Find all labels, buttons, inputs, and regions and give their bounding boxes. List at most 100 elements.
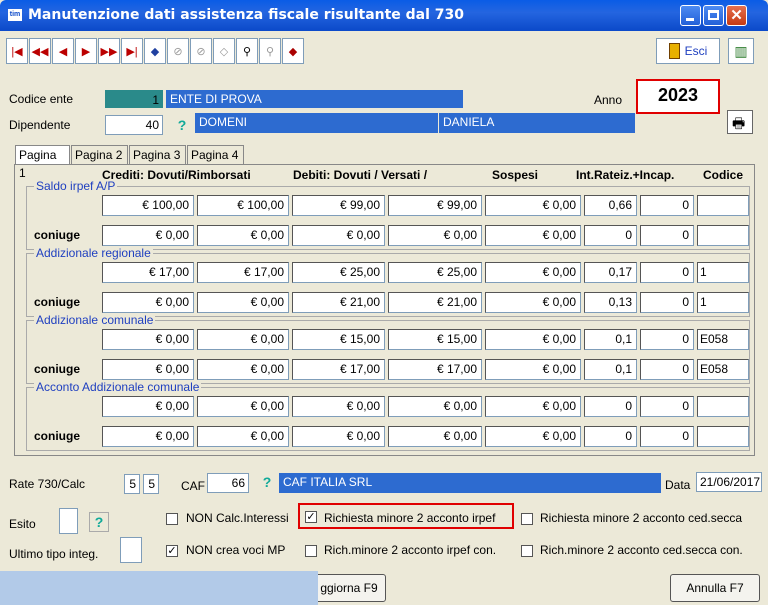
anno-input[interactable]: 2023 bbox=[636, 79, 720, 114]
minimize-button[interactable] bbox=[680, 5, 701, 26]
rich-ced-con-checkbox[interactable] bbox=[521, 545, 533, 557]
dipendente-input[interactable]: 40 bbox=[105, 115, 163, 135]
value-cell[interactable]: € 0,00 bbox=[102, 292, 194, 313]
search-button[interactable]: ⚲ bbox=[236, 38, 258, 64]
value-cell[interactable] bbox=[697, 426, 749, 447]
value-cell[interactable]: € 0,00 bbox=[485, 396, 581, 417]
rate-730-input[interactable]: 5 bbox=[124, 474, 140, 494]
next-page-button[interactable]: ▶▶ bbox=[98, 38, 120, 64]
value-cell[interactable]: € 17,00 bbox=[102, 262, 194, 283]
value-cell[interactable]: € 0,00 bbox=[388, 426, 482, 447]
value-cell[interactable]: € 0,00 bbox=[197, 359, 289, 380]
value-cell[interactable]: € 0,00 bbox=[197, 426, 289, 447]
value-cell[interactable]: 0,17 bbox=[584, 262, 637, 283]
prev-record-button[interactable]: ◀ bbox=[52, 38, 74, 64]
value-cell[interactable]: € 17,00 bbox=[292, 359, 385, 380]
non-calc-interessi-checkbox[interactable] bbox=[166, 513, 178, 525]
data-input[interactable]: 21/06/2017 bbox=[696, 472, 762, 492]
value-cell[interactable]: 0 bbox=[584, 225, 637, 246]
value-cell[interactable]: € 0,00 bbox=[102, 225, 194, 246]
value-cell[interactable]: € 0,00 bbox=[102, 329, 194, 350]
value-cell[interactable]: € 0,00 bbox=[102, 426, 194, 447]
value-cell[interactable]: € 21,00 bbox=[388, 292, 482, 313]
value-cell[interactable]: 0 bbox=[640, 396, 694, 417]
first-record-button[interactable]: |◀ bbox=[6, 38, 28, 64]
value-cell[interactable]: 0 bbox=[640, 292, 694, 313]
richiesta-ced-checkbox[interactable] bbox=[521, 513, 533, 525]
value-cell[interactable]: € 21,00 bbox=[292, 292, 385, 313]
value-cell[interactable]: E058 bbox=[697, 359, 749, 380]
value-cell[interactable]: € 0,00 bbox=[197, 396, 289, 417]
value-cell[interactable]: € 0,00 bbox=[292, 396, 385, 417]
non-crea-voci-checkbox[interactable]: ✓ bbox=[166, 545, 178, 557]
value-cell[interactable]: € 0,00 bbox=[485, 225, 581, 246]
value-cell[interactable]: € 0,00 bbox=[485, 329, 581, 350]
value-cell[interactable]: € 99,00 bbox=[388, 195, 482, 216]
value-cell[interactable] bbox=[697, 396, 749, 417]
value-cell[interactable] bbox=[697, 195, 749, 216]
value-cell[interactable]: € 17,00 bbox=[388, 359, 482, 380]
value-cell[interactable]: 0 bbox=[640, 359, 694, 380]
value-cell[interactable]: E058 bbox=[697, 329, 749, 350]
value-cell[interactable]: € 0,00 bbox=[485, 426, 581, 447]
esito-input[interactable] bbox=[59, 508, 78, 534]
value-cell[interactable] bbox=[697, 225, 749, 246]
value-cell[interactable]: € 0,00 bbox=[197, 329, 289, 350]
new-record-button[interactable]: ◆ bbox=[144, 38, 166, 64]
value-cell[interactable]: € 0,00 bbox=[102, 359, 194, 380]
value-cell[interactable]: € 17,00 bbox=[197, 262, 289, 283]
esito-help-icon[interactable]: ? bbox=[89, 512, 109, 532]
value-cell[interactable]: 0 bbox=[640, 225, 694, 246]
rate-calc-input[interactable]: 5 bbox=[143, 474, 159, 494]
value-cell[interactable]: € 99,00 bbox=[292, 195, 385, 216]
value-cell[interactable]: 1 bbox=[697, 292, 749, 313]
codice-ente-input[interactable]: 1 bbox=[105, 90, 163, 108]
caf-help-icon[interactable]: ? bbox=[258, 473, 276, 491]
close-button[interactable]: ✕ bbox=[726, 5, 747, 26]
rich-irpef-con-checkbox[interactable] bbox=[305, 545, 317, 557]
value-cell[interactable]: 0 bbox=[584, 396, 637, 417]
last-record-button[interactable]: ▶| bbox=[121, 38, 143, 64]
next-record-button[interactable]: ▶ bbox=[75, 38, 97, 64]
help-book-button[interactable]: ▥ bbox=[728, 38, 754, 64]
value-cell[interactable]: 0 bbox=[584, 426, 637, 447]
value-cell[interactable]: € 25,00 bbox=[292, 262, 385, 283]
exit-button[interactable]: Esci bbox=[656, 38, 720, 64]
undo-button[interactable]: ◇ bbox=[213, 38, 235, 64]
richiesta-irpef-checkbox[interactable]: ✓ bbox=[305, 511, 317, 523]
edit-button[interactable]: ⊘ bbox=[167, 38, 189, 64]
value-cell[interactable]: € 15,00 bbox=[292, 329, 385, 350]
filter-button[interactable]: ◆ bbox=[282, 38, 304, 64]
value-cell[interactable]: 0,1 bbox=[584, 329, 637, 350]
value-cell[interactable]: 0 bbox=[640, 195, 694, 216]
value-cell[interactable]: € 0,00 bbox=[292, 426, 385, 447]
value-cell[interactable]: € 0,00 bbox=[102, 396, 194, 417]
value-cell[interactable]: 0,66 bbox=[584, 195, 637, 216]
value-cell[interactable]: 0 bbox=[640, 262, 694, 283]
value-cell[interactable]: € 0,00 bbox=[388, 396, 482, 417]
maximize-button[interactable] bbox=[703, 5, 724, 26]
value-cell[interactable]: € 0,00 bbox=[485, 262, 581, 283]
value-cell[interactable]: € 100,00 bbox=[102, 195, 194, 216]
cancel-button[interactable]: Annulla F7 bbox=[670, 574, 760, 602]
dipendente-help-icon[interactable]: ? bbox=[173, 116, 191, 134]
prev-page-button[interactable]: ◀◀ bbox=[29, 38, 51, 64]
tab-pagina-3[interactable]: Pagina 3 bbox=[129, 145, 186, 164]
value-cell[interactable]: 0,13 bbox=[584, 292, 637, 313]
value-cell[interactable]: 0 bbox=[640, 329, 694, 350]
value-cell[interactable]: € 0,00 bbox=[292, 225, 385, 246]
caf-code-input[interactable]: 66 bbox=[207, 473, 249, 493]
value-cell[interactable]: € 0,00 bbox=[197, 225, 289, 246]
value-cell[interactable]: 0 bbox=[640, 426, 694, 447]
value-cell[interactable]: € 100,00 bbox=[197, 195, 289, 216]
value-cell[interactable]: € 0,00 bbox=[485, 292, 581, 313]
value-cell[interactable]: € 25,00 bbox=[388, 262, 482, 283]
value-cell[interactable]: € 0,00 bbox=[485, 359, 581, 380]
tab-pagina-4[interactable]: Pagina 4 bbox=[187, 145, 244, 164]
value-cell[interactable]: € 0,00 bbox=[485, 195, 581, 216]
value-cell[interactable]: 0,1 bbox=[584, 359, 637, 380]
value-cell[interactable]: € 0,00 bbox=[388, 225, 482, 246]
print-preview-button[interactable]: 🖶 bbox=[727, 110, 753, 134]
delete-button[interactable]: ⊘ bbox=[190, 38, 212, 64]
tab-pagina-1[interactable]: Pagina 1 bbox=[15, 145, 70, 180]
